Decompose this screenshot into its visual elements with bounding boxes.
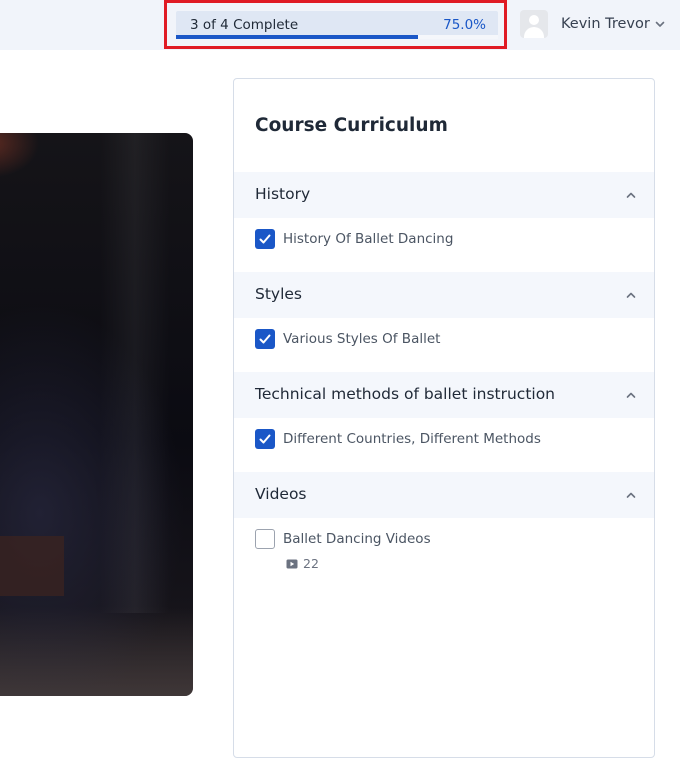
user-menu[interactable]: Kevin Trevor (520, 10, 666, 38)
section-videos[interactable]: Videos (234, 472, 654, 518)
checkmark-icon (259, 434, 271, 444)
section-title[interactable]: Technical methods of ballet instruction (255, 385, 555, 403)
course-curriculum-panel: Course Curriculum History History Of Bal… (233, 78, 655, 758)
chevron-up-icon[interactable] (625, 389, 637, 401)
section-history[interactable]: History (234, 172, 654, 218)
checkmark-icon (259, 334, 271, 344)
lesson-checkbox[interactable] (255, 429, 275, 449)
chevron-up-icon[interactable] (625, 189, 637, 201)
course-progress: 3 of 4 Complete 75.0% (176, 11, 498, 39)
top-bar: 3 of 4 Complete 75.0% Kevin Trevor (0, 0, 680, 50)
video-player[interactable] (0, 133, 193, 696)
progress-label: 3 of 4 Complete (190, 17, 299, 33)
section-technical-methods[interactable]: Technical methods of ballet instruction (234, 372, 654, 418)
section-title[interactable]: History (255, 185, 310, 203)
avatar[interactable] (520, 10, 548, 38)
progress-percent: 75.0% (443, 17, 486, 33)
curriculum-title: Course Curriculum (255, 115, 448, 136)
progress-highlight: 3 of 4 Complete 75.0% (164, 0, 507, 49)
lesson-item[interactable]: Different Countries, Different Methods (255, 427, 541, 451)
lesson-checkbox[interactable] (255, 329, 275, 349)
lesson-item[interactable]: Various Styles Of Ballet (255, 327, 440, 351)
lesson-meta: 22 (286, 556, 319, 571)
lesson-label[interactable]: Ballet Dancing Videos (283, 531, 431, 547)
lesson-item[interactable]: History Of Ballet Dancing (255, 227, 453, 251)
progress-fill (176, 35, 418, 39)
section-title[interactable]: Videos (255, 485, 307, 503)
user-name[interactable]: Kevin Trevor (561, 16, 650, 32)
chevron-up-icon[interactable] (625, 489, 637, 501)
lesson-checkbox[interactable] (255, 229, 275, 249)
section-title[interactable]: Styles (255, 285, 302, 303)
lesson-label[interactable]: History Of Ballet Dancing (283, 231, 453, 247)
lesson-item[interactable]: Ballet Dancing Videos (255, 527, 431, 551)
lesson-checkbox[interactable] (255, 529, 275, 549)
checkmark-icon (259, 234, 271, 244)
lesson-label[interactable]: Various Styles Of Ballet (283, 331, 440, 347)
section-styles[interactable]: Styles (234, 272, 654, 318)
chevron-up-icon[interactable] (625, 289, 637, 301)
lesson-label[interactable]: Different Countries, Different Methods (283, 431, 541, 447)
progress-track (176, 35, 498, 39)
video-icon (286, 559, 298, 568)
chevron-down-icon[interactable] (654, 18, 666, 30)
video-count: 22 (303, 556, 319, 571)
